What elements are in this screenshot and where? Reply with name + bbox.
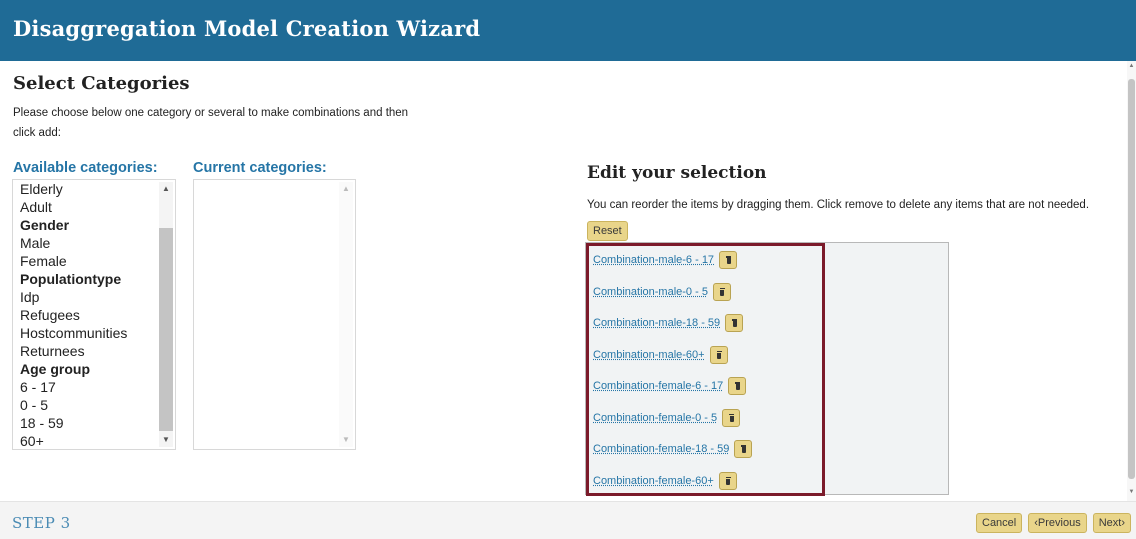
trash-icon[interactable] [722, 408, 741, 427]
selection-item-link[interactable]: Combination-male-0 - 5 [593, 286, 708, 298]
category-option[interactable]: 60+ [20, 432, 155, 449]
scroll-down-icon[interactable]: ▼ [339, 433, 353, 447]
selection-item-link[interactable]: Combination-male-18 - 59 [593, 317, 720, 329]
select-categories-title: Select Categories [13, 73, 190, 94]
category-option[interactable]: Refugees [20, 306, 155, 324]
trash-icon[interactable] [734, 440, 753, 458]
trash-icon[interactable] [728, 377, 747, 395]
next-button[interactable]: Next› [1092, 513, 1131, 533]
edit-selection-text: You can reorder the items by dragging th… [587, 199, 1090, 211]
available-categories-list: Elderly Adult Gender Male Female Populationty… [20, 180, 155, 449]
selection-list[interactable]: Combination-male-6 - 17 Combination-male-… [585, 242, 949, 496]
scroll-up-icon[interactable]: ▲ [1127, 63, 1136, 73]
trash-icon[interactable] [719, 251, 738, 269]
current-categories-label: Current categories: [193, 160, 327, 176]
selection-item[interactable]: Combination-male-18 - 59 [593, 312, 744, 334]
category-option[interactable]: Hostcommunities [20, 324, 155, 342]
category-option[interactable]: Female [20, 252, 155, 270]
category-option[interactable]: Elderly [20, 180, 155, 198]
edit-selection-panel: Edit your selection You can reorder the … [576, 61, 1126, 501]
previous-button[interactable]: ‹Previous [1028, 513, 1087, 533]
current-categories-scrollbar[interactable]: ▲ ▼ [339, 182, 353, 447]
category-option[interactable]: 6 - 17 [20, 378, 155, 396]
page-scrollbar-thumb[interactable] [1128, 79, 1135, 479]
selection-item-link[interactable]: Combination-male-6 - 17 [593, 254, 714, 266]
footer-buttons: Cancel ‹Previous Next› [976, 513, 1131, 533]
scroll-down-icon[interactable]: ▼ [159, 433, 173, 447]
wizard-title: Disaggregation Model Creation Wizard [13, 16, 481, 41]
selection-item[interactable]: Combination-female-60+ [593, 470, 737, 492]
selection-item[interactable]: Combination-male-60+ [593, 344, 728, 366]
selection-item[interactable]: Combination-male-0 - 5 [593, 281, 731, 303]
step-indicator: STEP 3 [12, 514, 71, 532]
category-option[interactable]: Male [20, 234, 155, 252]
trash-icon[interactable] [725, 314, 744, 332]
trash-icon[interactable] [718, 471, 737, 490]
current-categories-listbox[interactable]: ▲ ▼ [193, 179, 356, 450]
edit-selection-description: You can reorder the items by dragging th… [587, 192, 1107, 244]
available-categories-listbox[interactable]: Elderly Adult Gender Male Female Populationty… [12, 179, 176, 450]
trash-icon[interactable] [712, 282, 731, 301]
selection-item[interactable]: Combination-female-6 - 17 [593, 375, 747, 397]
available-categories-scrollbar[interactable]: ▲ ▼ [159, 182, 173, 447]
wizard-footer: STEP 3 Cancel ‹Previous Next› [0, 501, 1136, 539]
select-categories-panel: Select Categories Please choose below on… [0, 61, 576, 501]
selection-item-link[interactable]: Combination-female-6 - 17 [593, 380, 723, 392]
reset-button[interactable]: Reset [587, 221, 628, 241]
selection-item-link[interactable]: Combination-female-60+ [593, 475, 714, 487]
scrollbar-thumb[interactable] [159, 228, 173, 431]
cancel-button[interactable]: Cancel [976, 513, 1023, 533]
category-group-label: Populationtype [20, 271, 122, 287]
select-categories-intro: Please choose below one category or seve… [13, 107, 409, 139]
selection-item[interactable]: Combination-male-6 - 17 [593, 249, 738, 271]
selection-item-link[interactable]: Combination-female-0 - 5 [593, 412, 717, 424]
scroll-down-icon[interactable]: ▼ [1127, 489, 1136, 499]
selection-item-link[interactable]: Combination-female-18 - 59 [593, 443, 729, 455]
category-group-label: Gender [20, 217, 70, 233]
selection-item[interactable]: Combination-female-0 - 5 [593, 407, 741, 429]
selection-item[interactable]: Combination-female-18 - 59 [593, 438, 753, 460]
selection-item-link[interactable]: Combination-male-60+ [593, 349, 705, 361]
available-categories-label: Available categories: [13, 160, 158, 176]
category-option[interactable]: 18 - 59 [20, 414, 155, 432]
category-option[interactable]: 0 - 5 [20, 396, 155, 414]
wizard-header: Disaggregation Model Creation Wizard [0, 0, 1136, 61]
category-group-label: Age group [20, 361, 90, 377]
category-option[interactable]: Returnees [20, 342, 155, 360]
scroll-up-icon[interactable]: ▲ [159, 182, 173, 196]
category-option[interactable]: Adult [20, 198, 155, 216]
page-scrollbar[interactable]: ▲ ▼ [1127, 61, 1136, 501]
edit-selection-title: Edit your selection [587, 163, 767, 183]
category-option[interactable]: Idp [20, 288, 155, 306]
trash-icon[interactable] [709, 345, 728, 364]
scroll-up-icon[interactable]: ▲ [339, 182, 353, 196]
